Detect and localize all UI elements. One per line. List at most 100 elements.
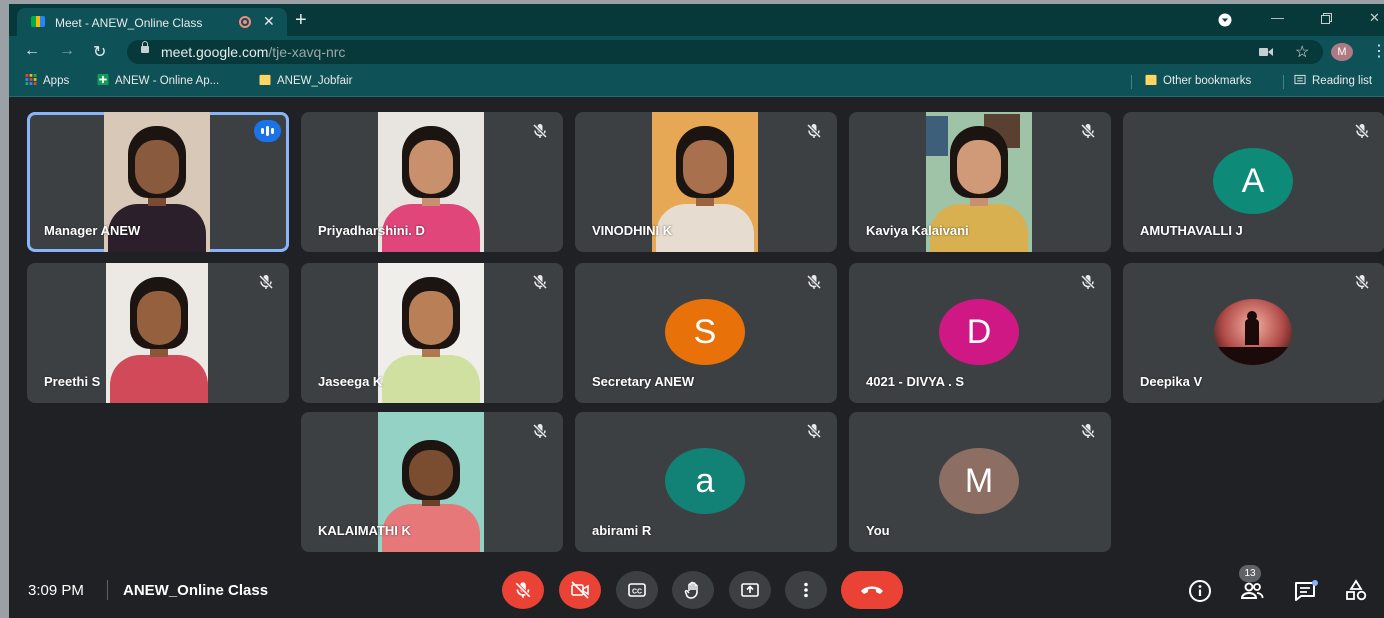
- participant-name: Jaseega K: [318, 374, 383, 389]
- participant-name: KALAIMATHI K: [318, 523, 411, 538]
- svg-text:CC: CC: [632, 589, 642, 596]
- bookmark-anew-jobfair[interactable]: ANEW_Jobfair: [259, 74, 352, 87]
- meeting-name: ANEW_Online Class: [123, 582, 269, 599]
- footer-separator: [107, 580, 108, 600]
- present-icon: [741, 583, 759, 597]
- url-host: meet.google.com: [161, 44, 269, 60]
- bookmark-other[interactable]: Other bookmarks: [1145, 74, 1251, 87]
- apps-grid-icon: [25, 74, 37, 85]
- chat-icon[interactable]: [1293, 578, 1319, 604]
- minimize-button[interactable]: —: [1271, 10, 1284, 25]
- camera-off-icon: [571, 581, 589, 599]
- bookmark-anew-jobfair-label: ANEW_Jobfair: [277, 75, 353, 87]
- browser-tab[interactable]: Meet - ANEW_Online Class ✕: [17, 8, 287, 36]
- bookmark-star-icon[interactable]: ☆: [1295, 42, 1309, 62]
- participant-count-badge: 13: [1239, 565, 1261, 582]
- participant-name: Deepika V: [1140, 374, 1203, 389]
- reload-icon[interactable]: ↻: [93, 42, 106, 62]
- participant-name: You: [866, 523, 890, 538]
- reading-list-icon: [1294, 74, 1306, 85]
- participant-name: Preethi S: [44, 374, 101, 389]
- browser-toolbar: ← → ↻ meet.google.com/tje-xavq-nrc ☆ M ⋮: [9, 36, 1384, 68]
- tab-title: Meet - ANEW_Online Class: [55, 16, 203, 30]
- mic-off-icon: [806, 274, 822, 290]
- meeting-details-info-icon[interactable]: [1187, 578, 1213, 604]
- mic-off-icon: [1080, 423, 1096, 439]
- avatar: D: [939, 299, 1019, 365]
- raise-hand-button[interactable]: [672, 571, 714, 609]
- reading-list-label: Reading list: [1312, 75, 1373, 87]
- bookmark-other-label: Other bookmarks: [1163, 75, 1252, 87]
- participant-tile-kaviya[interactable]: Kaviya Kalaivani: [849, 112, 1111, 252]
- close-tab-icon[interactable]: ✕: [263, 13, 275, 30]
- avatar: S: [665, 299, 745, 365]
- leave-call-button[interactable]: [841, 571, 903, 609]
- participant-video: [106, 263, 208, 403]
- participant-tile-preethi[interactable]: Preethi S: [27, 263, 289, 403]
- participant-tile-manager-anew[interactable]: Manager ANEW: [27, 112, 289, 252]
- folder-icon: [259, 74, 271, 85]
- participant-tile-amuthavalli[interactable]: A AMUTHAVALLI J: [1123, 112, 1384, 252]
- participant-tile-divya[interactable]: D 4021 - DIVYA . S: [849, 263, 1111, 403]
- lock-icon: [141, 41, 149, 53]
- mic-off-icon: [532, 123, 548, 139]
- camera-icon[interactable]: [1259, 47, 1273, 57]
- more-vert-icon: [804, 582, 808, 598]
- folder-icon: [1145, 74, 1157, 85]
- address-bar[interactable]: meet.google.com/tje-xavq-nrc ☆: [127, 40, 1323, 64]
- mic-off-icon: [258, 274, 274, 290]
- url-path: /tje-xavq-nrc: [268, 44, 346, 60]
- bookmark-apps-label: Apps: [43, 75, 70, 87]
- mic-off-icon: [515, 582, 531, 598]
- participant-tile-you[interactable]: M You: [849, 412, 1111, 552]
- mic-off-icon: [806, 423, 822, 439]
- avatar: a: [665, 448, 745, 514]
- participant-tile-jaseega[interactable]: Jaseega K: [301, 263, 563, 403]
- participant-tile-kalaimathi[interactable]: KALAIMATHI K: [301, 412, 563, 552]
- captions-button[interactable]: CC: [616, 571, 658, 609]
- mic-off-icon: [532, 274, 548, 290]
- bookmark-apps[interactable]: Apps: [25, 74, 69, 87]
- end-call-icon: [861, 586, 883, 594]
- mic-off-icon: [532, 423, 548, 439]
- sheets-plus-icon: [97, 74, 109, 85]
- bookmarks-bar: Apps ANEW - Online Ap... ANEW_Jobfair Ot…: [9, 68, 1384, 97]
- participant-tile-priyadharshini[interactable]: Priyadharshini. D: [301, 112, 563, 252]
- participant-tile-deepika[interactable]: Deepika V: [1123, 263, 1384, 403]
- more-options-button[interactable]: [785, 571, 827, 609]
- participant-video: [378, 263, 484, 403]
- captions-icon: CC: [628, 583, 646, 597]
- participant-name: VINODHINI K: [592, 223, 673, 238]
- chrome-menu-icon[interactable]: ⋮: [1371, 41, 1384, 61]
- participant-name: AMUTHAVALLI J: [1140, 223, 1243, 238]
- camera-toggle-button[interactable]: [559, 571, 601, 609]
- meet-favicon-icon: [31, 16, 45, 27]
- speaking-indicator-icon: [254, 120, 281, 142]
- tab-bar: Meet - ANEW_Online Class ✕ + — ✕: [9, 4, 1384, 36]
- participant-tile-abirami[interactable]: a abirami R: [575, 412, 837, 552]
- avatar-photo: [1214, 299, 1292, 365]
- new-tab-button[interactable]: +: [295, 8, 307, 32]
- participant-name: Secretary ANEW: [592, 374, 695, 389]
- browser-window: Meet - ANEW_Online Class ✕ + — ✕ ← → ↻ m…: [9, 4, 1384, 618]
- mic-toggle-button[interactable]: [502, 571, 544, 609]
- bookmark-separator: [1283, 75, 1284, 89]
- forward-icon[interactable]: →: [59, 42, 75, 60]
- restore-button[interactable]: [1321, 13, 1332, 24]
- back-icon[interactable]: ←: [24, 42, 40, 60]
- profile-avatar[interactable]: M: [1331, 43, 1353, 61]
- profile-menu-icon[interactable]: [1218, 13, 1232, 27]
- close-window-button[interactable]: ✕: [1369, 10, 1380, 26]
- participant-name: abirami R: [592, 523, 652, 538]
- participant-name: Kaviya Kalaivani: [866, 223, 969, 238]
- bookmark-anew-online[interactable]: ANEW - Online Ap...: [97, 74, 219, 87]
- activities-icon[interactable]: [1343, 578, 1369, 604]
- present-screen-button[interactable]: [729, 571, 771, 609]
- mic-off-icon: [1080, 123, 1096, 139]
- participant-tile-vinodhini[interactable]: VINODHINI K: [575, 112, 837, 252]
- url-text: meet.google.com/tje-xavq-nrc: [161, 44, 345, 60]
- recording-indicator-icon: [239, 16, 251, 28]
- mic-off-icon: [1354, 123, 1370, 139]
- reading-list[interactable]: Reading list: [1294, 74, 1372, 87]
- participant-tile-secretary-anew[interactable]: S Secretary ANEW: [575, 263, 837, 403]
